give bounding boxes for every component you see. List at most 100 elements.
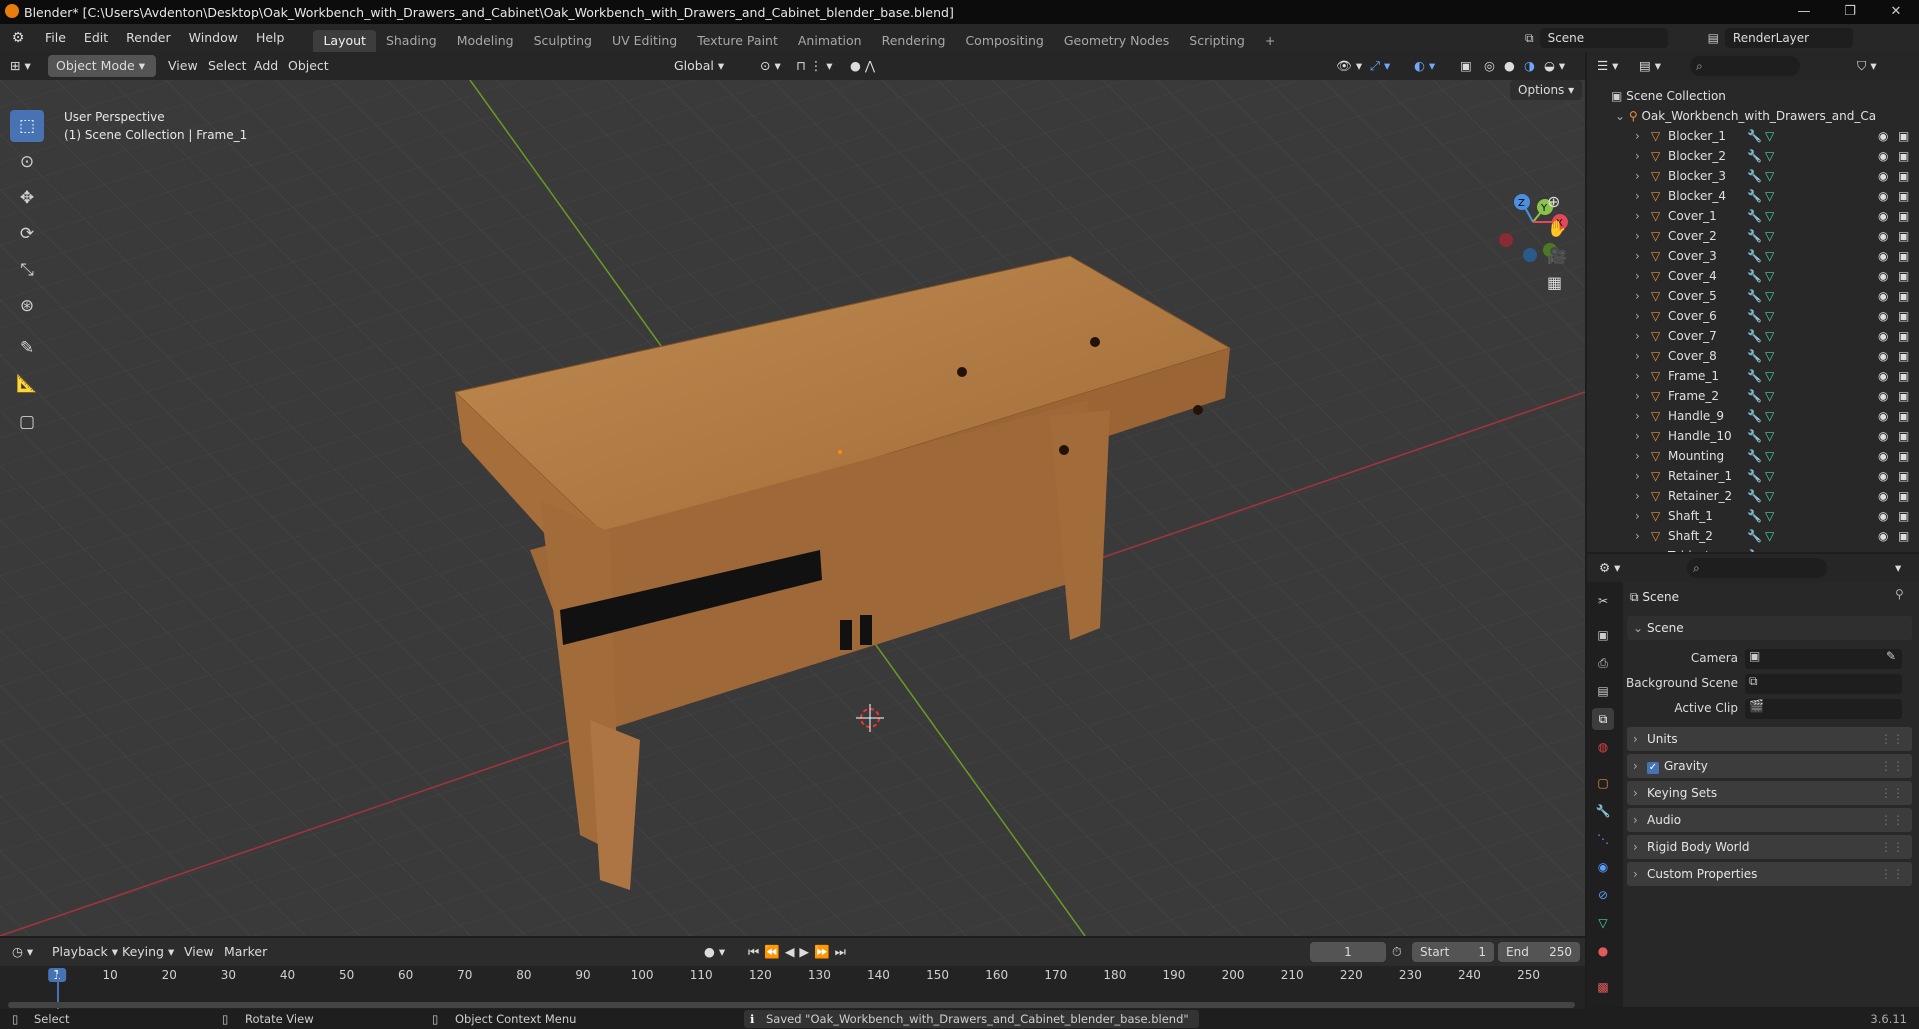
expand-arrow-icon[interactable]: › (1635, 286, 1640, 306)
drag-handle-icon[interactable]: ⋮⋮ (1880, 781, 1904, 805)
close-button[interactable]: ✕ (1873, 0, 1919, 24)
annotate-tool-icon[interactable]: ✎ (10, 332, 44, 364)
visibility-eye-icon[interactable]: ◉ (1878, 306, 1888, 326)
drag-handle-icon[interactable]: ⋮⋮ (1880, 727, 1904, 751)
menu-timeline-view[interactable]: View (184, 941, 214, 963)
outliner-root-row[interactable]: ▣ Scene Collection (1587, 86, 1919, 106)
expand-arrow-icon[interactable]: › (1635, 426, 1640, 446)
visibility-eye-icon[interactable]: ◉ (1878, 326, 1888, 346)
measure-tool-icon[interactable]: 📐 (10, 368, 44, 400)
render-camera-icon[interactable]: ▣ (1898, 166, 1909, 186)
mesh-data-icon[interactable]: ▽ (1765, 546, 1774, 552)
modifier-icon[interactable]: 🔧 (1747, 326, 1762, 346)
tab-rendering[interactable]: Rendering (872, 30, 956, 52)
ortho-grid-icon[interactable]: ▦ (1547, 273, 1575, 292)
modifier-icon[interactable]: 🔧 (1747, 466, 1762, 486)
visibility-eye-icon[interactable]: ◉ (1878, 206, 1888, 226)
camera-field[interactable]: ▣ ✎ (1745, 649, 1902, 669)
modifier-icon[interactable]: 🔧 (1747, 246, 1762, 266)
outliner-item[interactable]: › ▽ Cover_1 🔧 ▽ ◉ ▣ (1587, 206, 1919, 226)
properties-search-input[interactable]: ⌕ (1687, 558, 1827, 578)
rendered-shading-icon[interactable]: ◒ ▾ (1544, 55, 1565, 77)
active-clip-field[interactable]: 🎬 (1745, 699, 1902, 719)
render-camera-icon[interactable]: ▣ (1898, 466, 1909, 486)
mesh-data-icon[interactable]: ▽ (1765, 286, 1774, 306)
outliner-item[interactable]: › ▽ Frame_1 🔧 ▽ ◉ ▣ (1587, 366, 1919, 386)
playback-controls[interactable]: ⏮⏪◀▶⏩⏭ (748, 941, 851, 963)
menu-keying[interactable]: Keying ▾ (122, 941, 174, 963)
mesh-data-icon[interactable]: ▽ (1765, 326, 1774, 346)
tab-geometry-nodes[interactable]: Geometry Nodes (1054, 30, 1179, 52)
expand-arrow-icon[interactable]: › (1635, 126, 1640, 146)
outliner-item[interactable]: › ▽ Cover_6 🔧 ▽ ◉ ▣ (1587, 306, 1919, 326)
render-camera-icon[interactable]: ▣ (1898, 346, 1909, 366)
modifier-icon[interactable]: 🔧 (1747, 286, 1762, 306)
expand-arrow-icon[interactable]: › (1635, 206, 1640, 226)
mesh-data-icon[interactable]: ▽ (1765, 406, 1774, 426)
modifier-icon[interactable]: 🔧 (1747, 506, 1762, 526)
outliner-item[interactable]: › ▽ Shaft_1 🔧 ▽ ◉ ▣ (1587, 506, 1919, 526)
mesh-data-icon[interactable]: ▽ (1765, 246, 1774, 266)
expand-arrow-icon[interactable]: › (1635, 546, 1640, 552)
snap-icon[interactable]: ⊓ ⋮ ▾ (796, 55, 832, 77)
render-camera-icon[interactable]: ▣ (1898, 406, 1909, 426)
expand-arrow-icon[interactable]: › (1635, 486, 1640, 506)
expand-arrow-icon[interactable]: › (1635, 526, 1640, 546)
pivot-icon[interactable]: ⊙ ▾ (760, 55, 781, 77)
render-camera-icon[interactable]: ▣ (1898, 526, 1909, 546)
mesh-data-icon[interactable]: ▽ (1765, 206, 1774, 226)
expand-arrow-icon[interactable]: › (1635, 446, 1640, 466)
filter-icon[interactable]: ⛉ ▾ (1857, 55, 1877, 77)
options-button[interactable]: Options ▾ (1510, 80, 1583, 100)
tab-sculpting[interactable]: Sculpting (524, 30, 602, 52)
outliner-item[interactable]: › ▽ Cover_2 🔧 ▽ ◉ ▣ (1587, 226, 1919, 246)
render-camera-icon[interactable]: ▣ (1898, 186, 1909, 206)
camera-view-icon[interactable]: 🎥 (1547, 246, 1575, 265)
expand-arrow-icon[interactable]: › (1635, 246, 1640, 266)
modifier-icon[interactable]: 🔧 (1747, 546, 1762, 552)
expand-arrow-icon[interactable]: › (1635, 266, 1640, 286)
output-tab-icon[interactable]: ⎙ (1592, 652, 1614, 674)
visibility-icon[interactable]: 👁 ▾ (1336, 55, 1362, 77)
material-shading-icon[interactable]: ◑ (1524, 55, 1535, 77)
modifier-icon[interactable]: 🔧 (1747, 266, 1762, 286)
modifier-icon[interactable]: 🔧 (1747, 226, 1762, 246)
mesh-data-icon[interactable]: ▽ (1765, 486, 1774, 506)
mode-selector[interactable]: Object Mode ▾ (48, 55, 156, 77)
expand-arrow-icon[interactable]: › (1635, 406, 1640, 426)
outliner-search-input[interactable]: ⌕ (1690, 56, 1800, 76)
solid-shading-icon[interactable]: ● (1504, 55, 1515, 77)
move-tool-icon[interactable]: ✥ (10, 182, 44, 214)
pin-icon[interactable]: ⚲ (1895, 587, 1904, 601)
material-tab-icon[interactable]: ● (1592, 940, 1614, 962)
outliner-item[interactable]: › ▽ Shaft_2 🔧 ▽ ◉ ▣ (1587, 526, 1919, 546)
expand-arrow-icon[interactable]: › (1635, 506, 1640, 526)
object-tab-icon[interactable]: ▢ (1592, 772, 1614, 794)
panel-header[interactable]: › Audio ⋮⋮ (1627, 808, 1912, 832)
tab-animation[interactable]: Animation (788, 30, 872, 52)
outliner-item[interactable]: ›▽Table_tops🔧▽◉▣ (1587, 546, 1919, 552)
outliner-item[interactable]: › ▽ Retainer_2 🔧 ▽ ◉ ▣ (1587, 486, 1919, 506)
properties-editor-icon[interactable]: ⚙ ▾ (1599, 557, 1620, 579)
gravity-checkbox[interactable]: ✓ (1647, 762, 1659, 774)
end-frame-field[interactable]: End 250 (1498, 942, 1580, 962)
timeline-editor-icon[interactable]: ◷ ▾ (12, 941, 33, 963)
mesh-data-icon[interactable]: ▽ (1765, 526, 1774, 546)
modifier-icon[interactable]: 🔧 (1747, 426, 1762, 446)
panel-header[interactable]: › Keying Sets ⋮⋮ (1627, 781, 1912, 805)
cursor-tool-icon[interactable]: ⊙ (10, 146, 44, 178)
render-camera-icon[interactable]: ▣ (1898, 266, 1909, 286)
outliner-item[interactable]: › ▽ Blocker_2 🔧 ▽ ◉ ▣ (1587, 146, 1919, 166)
outliner-item[interactable]: › ▽ Cover_3 🔧 ▽ ◉ ▣ (1587, 246, 1919, 266)
add-cube-tool-icon[interactable]: ▢ (10, 406, 44, 438)
render-camera-icon[interactable]: ▣ (1898, 286, 1909, 306)
overlay-toggle-icon[interactable]: ◐ ▾ (1414, 55, 1435, 77)
expand-arrow-icon[interactable]: › (1635, 366, 1640, 386)
rotate-tool-icon[interactable]: ⟳ (10, 218, 44, 250)
menu-window[interactable]: Window (180, 24, 247, 52)
render-tab-icon[interactable]: ▣ (1592, 624, 1614, 646)
mesh-data-icon[interactable]: ▽ (1765, 306, 1774, 326)
mesh-data-icon[interactable]: ▽ (1765, 126, 1774, 146)
mesh-data-icon[interactable]: ▽ (1765, 386, 1774, 406)
xray-toggle-icon[interactable]: ▣ (1460, 55, 1472, 77)
